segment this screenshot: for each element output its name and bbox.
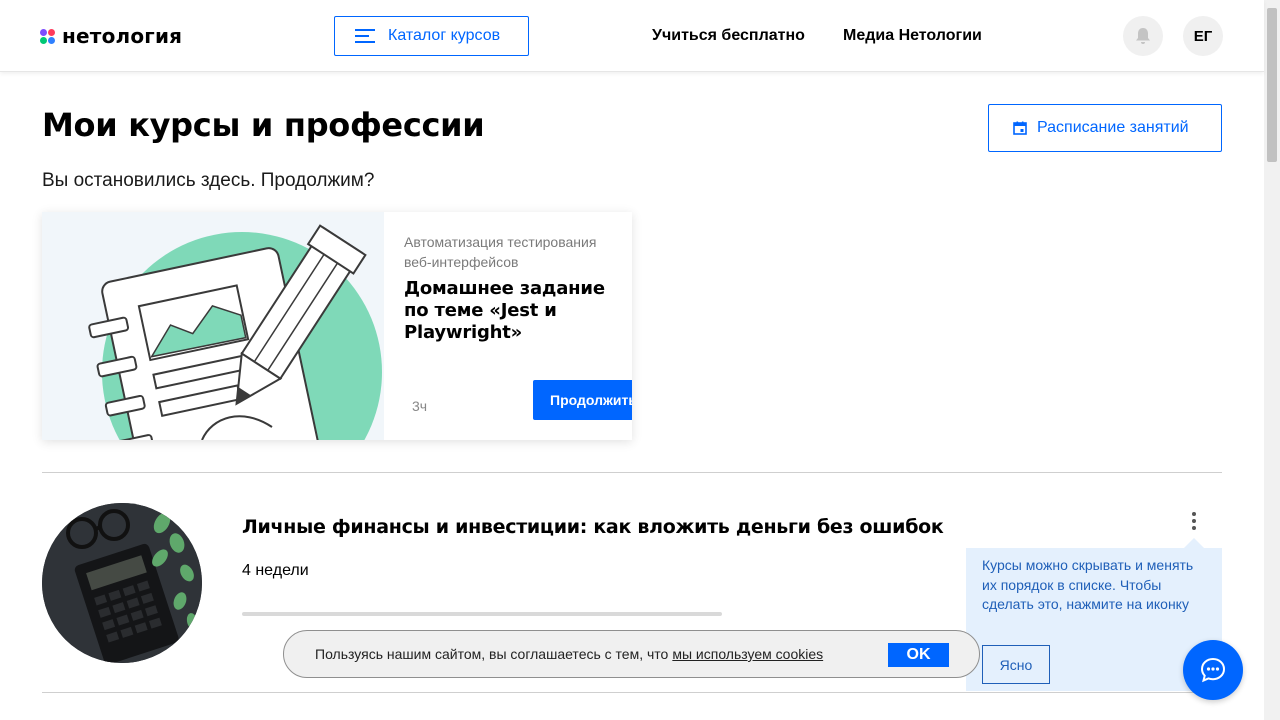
nav-link-media[interactable]: Медиа Нетологии: [843, 27, 982, 45]
continue-subtitle: Вы остановились здесь. Продолжим?: [42, 170, 375, 191]
user-avatar[interactable]: ЕГ: [1183, 16, 1223, 56]
page-scrollbar[interactable]: [1264, 0, 1280, 720]
chat-icon: [1200, 657, 1226, 683]
chat-button[interactable]: [1183, 640, 1243, 700]
continue-lesson-card[interactable]: Автоматизация тестирования веб-интерфейс…: [42, 212, 632, 440]
schedule-button[interactable]: Расписание занятий: [988, 104, 1222, 152]
continue-button[interactable]: Продолжить: [533, 380, 632, 420]
nav-link-free-learning[interactable]: Учиться бесплатно: [652, 27, 805, 45]
course-image[interactable]: [42, 503, 202, 663]
course-title[interactable]: Личные финансы и инвестиции: как вложить…: [242, 516, 944, 538]
logo-text: нетология: [62, 24, 183, 48]
catalog-button[interactable]: Каталог курсов: [334, 16, 529, 56]
logo[interactable]: нетология: [40, 24, 182, 48]
tooltip-dismiss-button[interactable]: Ясно: [982, 645, 1050, 684]
notifications-button[interactable]: [1123, 16, 1163, 56]
section-divider: [42, 472, 1222, 473]
continue-card-course: Автоматизация тестирования веб-интерфейс…: [404, 234, 597, 270]
header: нетология Каталог курсов Учиться бесплат…: [0, 0, 1264, 72]
scrollbar-thumb[interactable]: [1267, 8, 1277, 162]
course-menu-icon[interactable]: [1186, 510, 1202, 532]
course-divider: [42, 692, 1222, 693]
menu-icon: [355, 29, 375, 43]
homework-illustration: [42, 212, 384, 440]
continue-card-time: 3ч: [412, 398, 428, 414]
continue-card-info: Автоматизация тестирования веб-интерфейс…: [384, 212, 632, 440]
cookie-text: Пользуясь нашим сайтом, вы соглашаетесь …: [315, 646, 669, 662]
catalog-button-label: Каталог курсов: [388, 27, 501, 44]
page-title: Мои курсы и профессии: [42, 106, 485, 144]
cookie-accept-button[interactable]: OK: [888, 643, 949, 667]
course-duration: 4 недели: [242, 562, 309, 579]
calendar-icon: [1013, 121, 1027, 135]
logo-mark-icon: [40, 28, 55, 44]
course-progress-bar: [242, 612, 722, 616]
schedule-button-label: Расписание занятий: [1037, 119, 1189, 136]
bell-icon: [1136, 28, 1150, 44]
cookie-banner: Пользуясь нашим сайтом, вы соглашаетесь …: [283, 630, 980, 678]
tooltip-text: Курсы можно скрывать и менять их порядок…: [982, 557, 1194, 612]
continue-card-lesson[interactable]: Домашнее задание по теме «Jest и Playwri…: [404, 278, 612, 344]
cookie-policy-link[interactable]: мы используем cookies: [672, 646, 823, 662]
